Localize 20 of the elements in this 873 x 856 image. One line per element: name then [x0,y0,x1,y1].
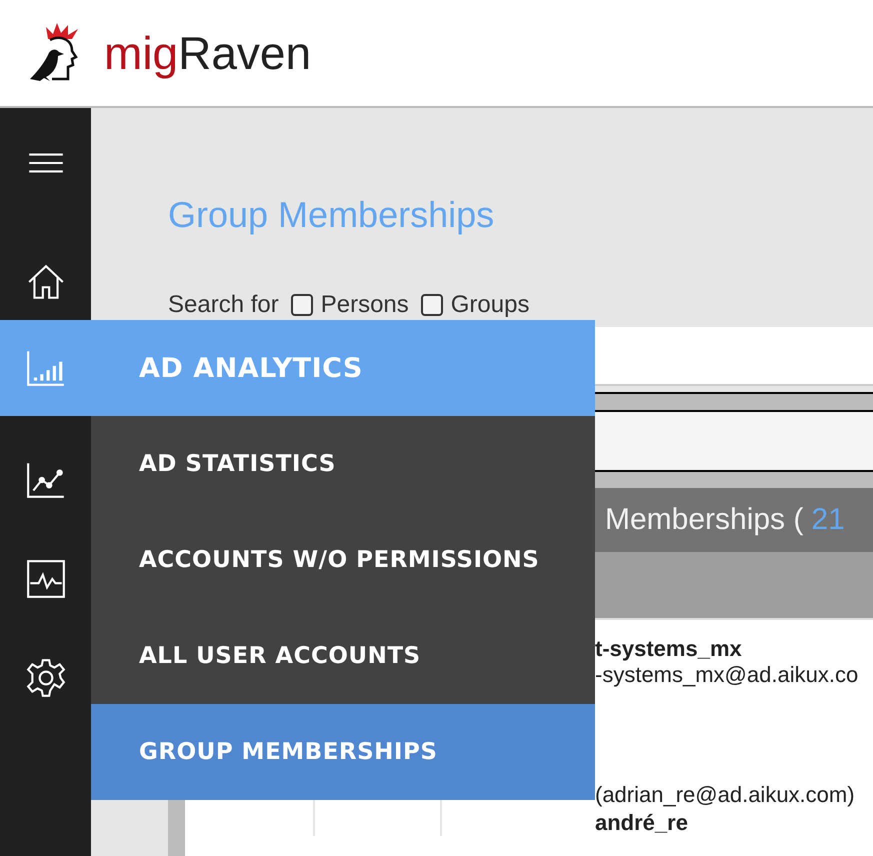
activity-icon[interactable] [24,558,66,600]
logo-text: migRaven [104,26,312,80]
checkbox[interactable] [290,294,313,316]
settings-icon[interactable] [24,657,66,699]
member-count: 21 [811,503,845,537]
submenu-item[interactable]: ACCOUNTS W/O PERMISSIONS [91,512,595,608]
member-name: andré_re [595,810,689,836]
submenu-item[interactable]: AD STATISTICS [91,416,595,512]
member-name: t-systems_mx [595,636,743,662]
menu-title: AD ANALYTICS [139,352,363,384]
checkbox-label: Groups [450,291,530,319]
submenu-item[interactable]: ALL USER ACCOUNTS [91,608,595,704]
submenu-item[interactable]: GROUP MEMBERSHIPS [91,704,595,800]
header-label: Memberships ( [605,503,804,537]
checkbox-label: Persons [320,291,409,319]
page-title: Group Memberships [168,194,496,236]
search-label: Search for [168,291,279,319]
member-email: (adrian_re@ad.aikux.com) [595,782,856,808]
checkbox[interactable] [420,294,443,316]
member-email: -systems_mx@ad.aikux.co [595,662,860,688]
